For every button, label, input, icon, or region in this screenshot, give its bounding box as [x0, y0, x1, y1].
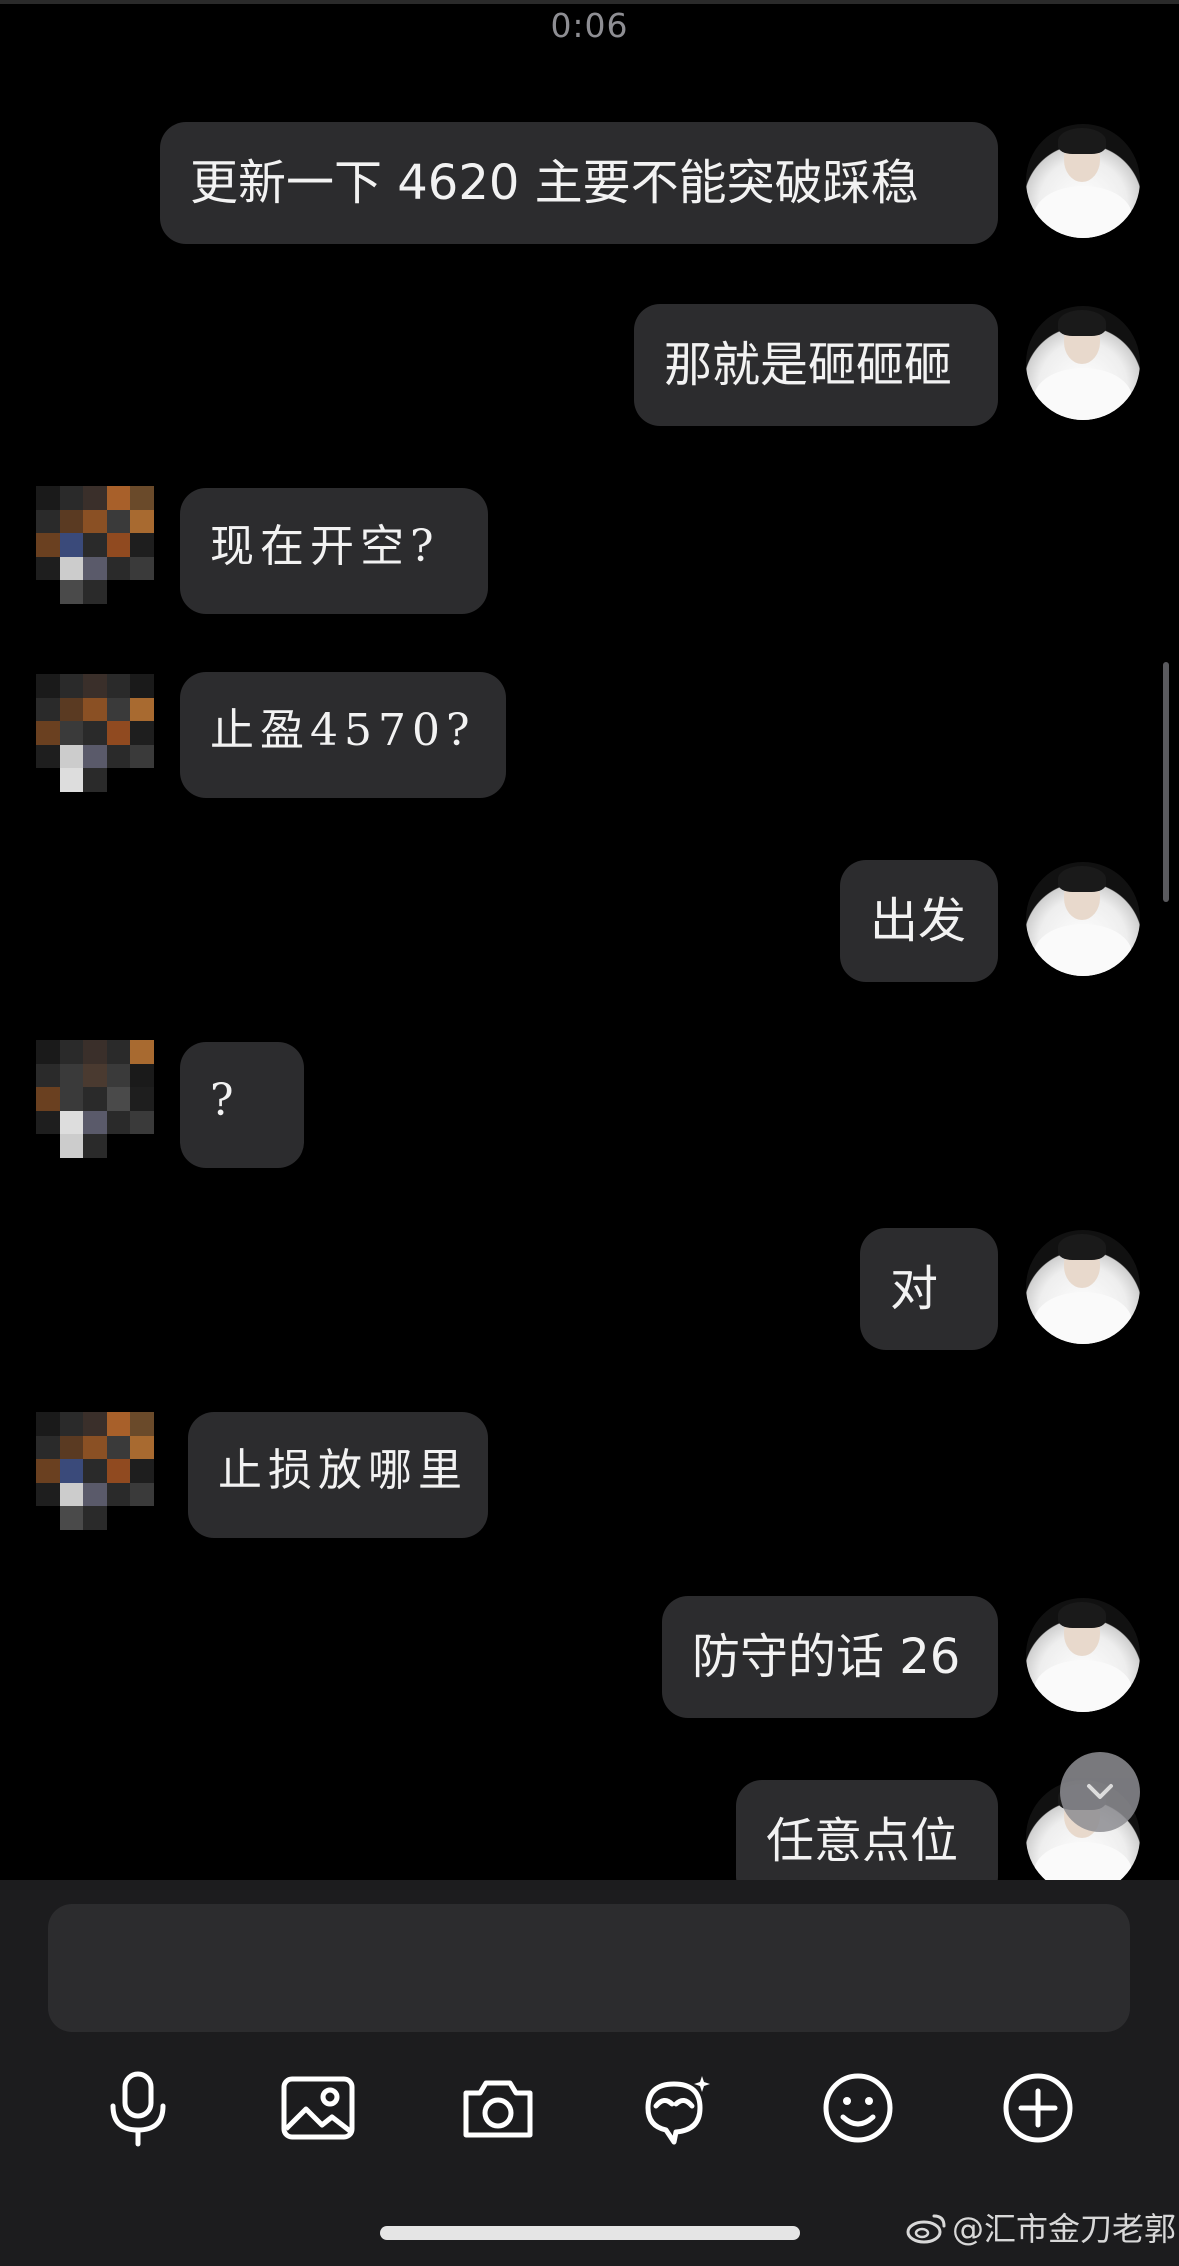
photo-button[interactable] — [268, 2058, 368, 2158]
contact-avatar-pixelated[interactable] — [36, 1412, 154, 1530]
message-bubble-outgoing[interactable]: 更新一下 4620 主要不能突破踩稳 — [160, 122, 998, 244]
message-text: 任意点位 — [766, 1813, 959, 1869]
message-text: 止损放哪里 — [218, 1445, 468, 1496]
message-bubble-outgoing[interactable]: 防守的话 26 — [662, 1596, 998, 1718]
message-bubble-outgoing[interactable]: 任意点位 — [736, 1780, 998, 1880]
plus-icon — [1003, 2073, 1073, 2143]
message-timestamp: 0:06 — [550, 6, 629, 45]
my-avatar[interactable] — [1026, 306, 1140, 420]
camera-icon — [463, 2080, 533, 2138]
my-avatar[interactable] — [1026, 862, 1140, 976]
contact-avatar-pixelated[interactable] — [36, 674, 154, 792]
message-bubble-incoming[interactable]: 止损放哪里 — [188, 1412, 488, 1538]
message-text: 对 — [890, 1261, 939, 1317]
message-text: 止盈4570? — [210, 705, 476, 756]
chat-screen: 0:06 更新一下 4620 主要不能突破踩稳 那就是砸砸砸 现在开空? 止盈4… — [0, 0, 1179, 2266]
message-text: 那就是砸砸砸 — [664, 337, 953, 393]
chevron-down-icon — [1087, 1784, 1113, 1799]
contact-avatar-pixelated[interactable] — [36, 486, 154, 604]
microphone-icon — [110, 2071, 166, 2147]
my-avatar[interactable] — [1026, 124, 1140, 238]
message-text: ? — [210, 1075, 240, 1126]
composer-bar: @汇市金刀老郭 — [0, 1880, 1179, 2266]
contact-avatar-pixelated[interactable] — [36, 1040, 154, 1158]
emoji-button[interactable] — [808, 2058, 908, 2158]
my-avatar[interactable] — [1026, 1598, 1140, 1712]
message-bubble-outgoing[interactable]: 出发 — [840, 860, 998, 982]
camera-button[interactable] — [448, 2058, 548, 2158]
message-list[interactable]: 0:06 更新一下 4620 主要不能突破踩稳 那就是砸砸砸 现在开空? 止盈4… — [0, 0, 1179, 1880]
sticker-icon — [645, 2076, 710, 2145]
message-bubble-outgoing[interactable]: 对 — [860, 1228, 998, 1350]
message-input[interactable] — [48, 1904, 1130, 2032]
home-indicator[interactable] — [380, 2226, 800, 2240]
message-text: 防守的话 26 — [692, 1629, 961, 1685]
message-bubble-incoming[interactable]: 止盈4570? — [180, 672, 506, 798]
watermark: @汇市金刀老郭 — [906, 2204, 1176, 2250]
emoji-icon — [823, 2073, 893, 2143]
message-bubble-outgoing[interactable]: 那就是砸砸砸 — [634, 304, 998, 426]
message-bubble-incoming[interactable]: ? — [180, 1042, 304, 1168]
more-button[interactable] — [988, 2058, 1088, 2158]
watermark-text: @汇市金刀老郭 — [952, 2210, 1177, 2248]
sticker-button[interactable] — [628, 2058, 728, 2158]
image-icon — [281, 2076, 355, 2140]
weibo-logo-icon — [906, 2214, 946, 2244]
scrollbar[interactable] — [1163, 662, 1169, 902]
message-bubble-incoming[interactable]: 现在开空? — [180, 488, 488, 614]
voice-button[interactable] — [88, 2058, 188, 2158]
scroll-to-bottom-button[interactable] — [1060, 1752, 1140, 1832]
message-text: 现在开空? — [210, 521, 440, 572]
message-text: 更新一下 4620 主要不能突破踩稳 — [190, 155, 919, 211]
message-text: 出发 — [870, 893, 967, 949]
my-avatar[interactable] — [1026, 1230, 1140, 1344]
